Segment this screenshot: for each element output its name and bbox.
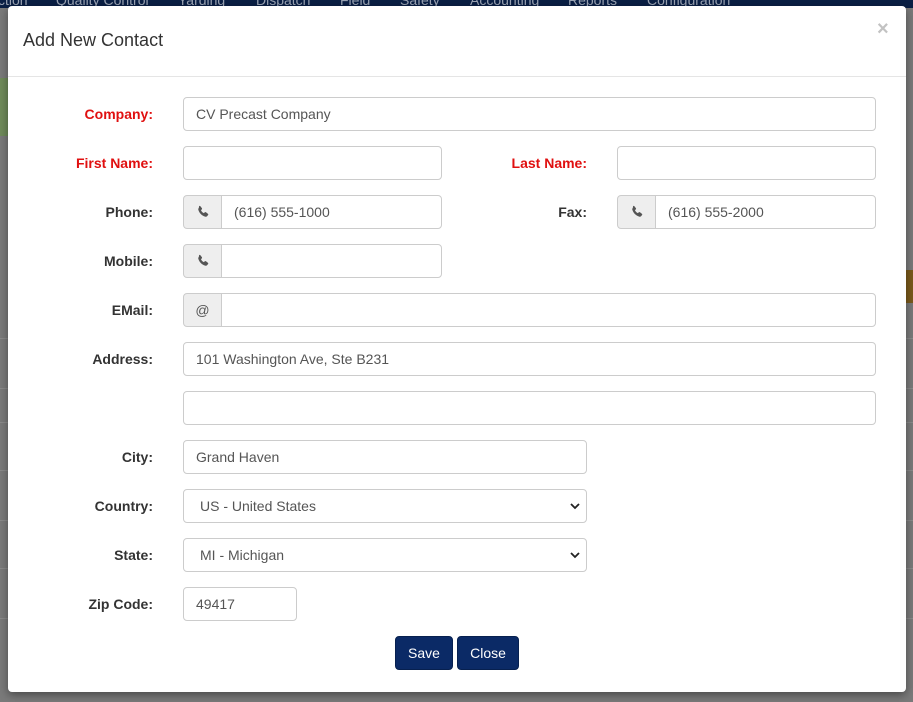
state-select-value: MI - Michigan [200, 547, 285, 563]
close-button[interactable]: Close [457, 636, 519, 670]
address-line2-input[interactable] [183, 391, 876, 425]
last-name-label: Last Name: [511, 155, 587, 171]
zip-code-input[interactable]: 49417 [183, 587, 297, 621]
country-label: Country: [94, 498, 153, 514]
email-label: EMail: [111, 302, 153, 318]
mobile-group [183, 244, 442, 278]
phone-icon [617, 195, 656, 229]
modal-header: Add New Contact × [8, 6, 906, 77]
city-input[interactable]: Grand Haven [183, 440, 587, 474]
mobile-input[interactable] [221, 244, 442, 278]
phone-input[interactable]: (616) 555-1000 [221, 195, 442, 229]
phone-label: Phone: [105, 204, 153, 220]
email-input[interactable] [221, 293, 876, 327]
country-select[interactable]: US - United States [183, 489, 587, 523]
first-name-input[interactable] [183, 146, 442, 180]
address-label: Address: [92, 351, 153, 367]
fax-label: Fax: [558, 204, 587, 220]
phone-group: (616) 555-1000 [183, 195, 442, 229]
company-input[interactable]: CV Precast Company [183, 97, 876, 131]
at-sign-icon: @ [183, 293, 222, 327]
chevron-down-icon [570, 503, 580, 510]
country-select-value: US - United States [200, 498, 316, 514]
state-select[interactable]: MI - Michigan [183, 538, 587, 572]
address-line1-input[interactable]: 101 Washington Ave, Ste B231 [183, 342, 876, 376]
first-name-label: First Name: [75, 155, 153, 171]
city-label: City: [121, 449, 153, 465]
background-panel [0, 78, 8, 136]
add-contact-modal: Add New Contact × Company: CV Precast Co… [8, 6, 906, 692]
close-icon[interactable]: × [877, 19, 889, 39]
save-button[interactable]: Save [395, 636, 453, 670]
mobile-label: Mobile: [104, 253, 153, 269]
last-name-input[interactable] [617, 146, 876, 180]
chevron-down-icon [570, 552, 580, 559]
zip-code-label: Zip Code: [88, 596, 153, 612]
fax-input[interactable]: (616) 555-2000 [655, 195, 876, 229]
company-label: Company: [84, 106, 153, 122]
email-group: @ [183, 293, 876, 327]
background-badge [906, 270, 913, 303]
phone-icon [183, 195, 222, 229]
modal-title: Add New Contact [23, 30, 164, 50]
state-label: State: [114, 547, 153, 563]
fax-group: (616) 555-2000 [617, 195, 876, 229]
phone-icon [183, 244, 222, 278]
